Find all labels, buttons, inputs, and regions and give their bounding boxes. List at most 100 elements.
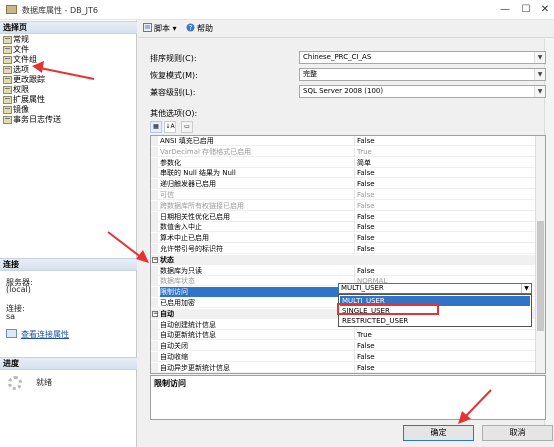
- page-icon: [3, 75, 12, 84]
- property-row[interactable]: ANSI 填充已启用 False: [151, 136, 535, 146]
- property-value[interactable]: True: [354, 146, 535, 157]
- view-connection-properties-link[interactable]: 查看连接属性: [21, 329, 69, 340]
- maximize-button[interactable]: ☐: [517, 3, 535, 17]
- restrict-access-select[interactable]: MULTI_USER ▼: [338, 283, 532, 294]
- collation-select[interactable]: Chinese_PRC_CI_AS ▼: [299, 51, 546, 64]
- property-pages-button[interactable]: ▭: [181, 121, 193, 133]
- property-row[interactable]: 数据库为只读 False: [151, 265, 535, 276]
- property-row[interactable]: 递归触发器已启用 False: [151, 179, 535, 190]
- property-grid-scrollbar[interactable]: [535, 136, 545, 373]
- property-value[interactable]: False: [354, 222, 535, 233]
- property-name: 参数化: [160, 158, 181, 167]
- cancel-button[interactable]: 取消: [482, 425, 553, 441]
- minimize-button[interactable]: —: [496, 3, 514, 17]
- property-value[interactable]: 简单: [354, 157, 535, 168]
- compatibility-level-select[interactable]: SQL Server 2008 (100) ▼: [299, 85, 546, 98]
- property-value[interactable]: True: [354, 330, 535, 341]
- property-value[interactable]: False: [354, 179, 535, 190]
- property-value[interactable]: False: [354, 233, 535, 244]
- property-row[interactable]: 可信 False: [151, 190, 535, 200]
- database-app-icon: [6, 5, 17, 14]
- sidebar-item-filegroups[interactable]: 文件组: [3, 55, 37, 65]
- description-panel: 限制访问: [150, 375, 546, 420]
- property-row[interactable]: 日期相关性优化已启用 False: [151, 211, 535, 222]
- script-button[interactable]: 脚本 ▾: [143, 23, 177, 35]
- property-value[interactable]: False: [354, 265, 535, 276]
- property-name: 状态: [160, 255, 174, 264]
- row-gutter: [151, 136, 158, 146]
- sidebar-item-label: 选项: [13, 65, 29, 74]
- page-icon: [3, 105, 12, 114]
- property-row[interactable]: VarDecimal 存储格式已启用 True: [151, 146, 535, 157]
- sidebar-item-permissions[interactable]: 权限: [3, 85, 29, 95]
- property-value[interactable]: False: [354, 244, 535, 254]
- row-gutter: [151, 157, 158, 168]
- page-icon: [3, 45, 12, 54]
- property-value[interactable]: False: [354, 352, 535, 362]
- sidebar-item-files[interactable]: 文件: [3, 45, 29, 55]
- ok-button[interactable]: 确定: [403, 425, 474, 441]
- property-row[interactable]: 串联的 Null 结果为 Null False: [151, 168, 535, 179]
- sort-alphabetical-button[interactable]: ↓A: [164, 121, 176, 133]
- property-value[interactable]: False: [354, 136, 535, 146]
- property-row[interactable]: 自动更新统计信息 True: [151, 330, 535, 341]
- property-name: 自动创建统计信息: [160, 320, 216, 329]
- sidebar-item-change-tracking[interactable]: 更改跟踪: [3, 75, 45, 85]
- svg-text:?: ?: [189, 24, 193, 32]
- chevron-down-icon: ▼: [534, 52, 545, 63]
- collapse-icon[interactable]: −: [152, 256, 158, 263]
- property-value[interactable]: False: [354, 362, 535, 373]
- recovery-model-value: 完整: [303, 70, 317, 78]
- help-button[interactable]: ? 帮助: [186, 23, 213, 35]
- description-title: 限制访问: [154, 379, 186, 388]
- row-gutter: [151, 190, 158, 200]
- row-gutter: [151, 200, 158, 211]
- sidebar-item-options[interactable]: 选项: [3, 65, 29, 75]
- connection-properties-icon: [6, 329, 17, 338]
- property-value[interactable]: False: [354, 341, 535, 352]
- property-name: 日期相关性优化已启用: [160, 212, 230, 221]
- sidebar: 选择页 常规 文件 文件组 选项 更改跟踪 权限 扩展属性 镜像 事务日志传送 …: [0, 20, 137, 447]
- recovery-model-select[interactable]: 完整 ▼: [299, 68, 546, 81]
- property-row[interactable]: 自动异步更新统计信息 False: [151, 362, 535, 373]
- property-value[interactable]: False: [354, 168, 535, 179]
- sidebar-item-log-shipping[interactable]: 事务日志传送: [3, 115, 61, 125]
- property-row[interactable]: 参数化 简单: [151, 157, 535, 168]
- sidebar-item-label: 镜像: [13, 105, 29, 114]
- sidebar-item-extended-properties[interactable]: 扩展属性: [3, 95, 45, 105]
- close-button[interactable]: ✕: [536, 3, 554, 17]
- property-value[interactable]: False: [354, 190, 535, 200]
- collapse-icon[interactable]: −: [152, 310, 158, 317]
- sidebar-item-mirroring[interactable]: 镜像: [3, 105, 29, 115]
- property-name: VarDecimal 存储格式已启用: [160, 147, 252, 156]
- compatibility-level-value: SQL Server 2008 (100): [303, 87, 384, 95]
- property-row[interactable]: 跨数据库所有权链接已启用 False: [151, 200, 535, 211]
- property-name: 递归触发器已启用: [160, 180, 216, 189]
- page-icon: [3, 95, 12, 104]
- property-value[interactable]: False: [354, 211, 535, 222]
- row-gutter: [151, 211, 158, 222]
- scrollbar-thumb[interactable]: [537, 221, 544, 331]
- page-icon: [3, 85, 12, 94]
- sidebar-item-general[interactable]: 常规: [3, 35, 29, 45]
- recovery-model-label: 恢复模式(M):: [150, 71, 198, 80]
- property-value[interactable]: False: [354, 200, 535, 211]
- sidebar-item-label: 更改跟踪: [13, 75, 45, 84]
- row-gutter: [151, 168, 158, 179]
- property-row[interactable]: 自动收缩 False: [151, 352, 535, 362]
- property-row[interactable]: 允许带引号的标识符 False: [151, 244, 535, 254]
- collation-value: Chinese_PRC_CI_AS: [303, 53, 372, 61]
- property-row[interactable]: 算术中止已启用 False: [151, 233, 535, 244]
- toolbar: 脚本 ▾ ? 帮助: [138, 20, 554, 38]
- option-restricted-user[interactable]: RESTRICTED_USER: [340, 316, 530, 326]
- property-row[interactable]: 自动关闭 False: [151, 341, 535, 352]
- row-gutter: [151, 276, 158, 287]
- row-gutter: −: [151, 254, 158, 265]
- database-properties-window: 数据库属性 - DB_JT6 — ☐ ✕ 选择页 常规 文件 文件组 选项 更改…: [0, 0, 554, 447]
- categorized-view-button[interactable]: ▦: [150, 121, 162, 133]
- property-name: 算术中止已启用: [160, 234, 209, 243]
- property-row[interactable]: 数值舍入中止 False: [151, 222, 535, 233]
- other-options-label: 其他选项(O):: [150, 109, 198, 118]
- property-category[interactable]: − 状态: [151, 254, 535, 265]
- row-gutter: [151, 146, 158, 157]
